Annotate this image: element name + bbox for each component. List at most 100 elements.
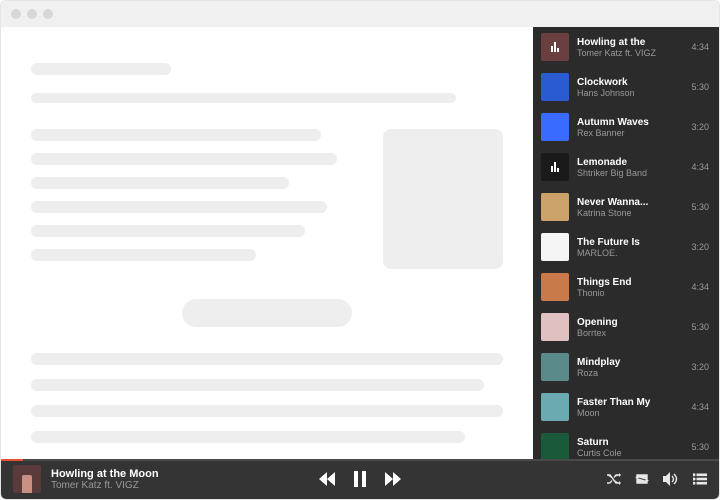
shuffle-button[interactable] [607,473,621,485]
track-meta: SaturnCurtis Cole [577,437,683,458]
track-duration: 5:30 [691,82,709,92]
track-duration: 5:30 [691,322,709,332]
track-artist: Thonio [577,288,683,298]
track-meta: LemonadeShtriker Big Band [577,157,683,178]
window-zoom-dot[interactable] [43,9,53,19]
progress-fill [1,459,23,461]
track-title: Never Wanna... [577,197,683,208]
track-meta: Things EndThonio [577,277,683,298]
playlist-track[interactable]: SaturnCurtis Cole 5:30 [533,427,719,459]
track-art [541,313,569,341]
playlist-track[interactable]: LemonadeShtriker Big Band 4:34 [533,147,719,187]
repeat-button[interactable] [635,473,649,485]
playlist-track[interactable]: OpeningBorrtex 5:30 [533,307,719,347]
app-window: Howling at theTomer Katz ft. VIGZ 4:34 Clo… [0,0,720,500]
skeleton-line [31,225,305,237]
track-duration: 3:20 [691,122,709,132]
track-title: Saturn [577,437,683,448]
now-playing-artist: Tomer Katz ft. VIGZ [51,480,159,491]
track-title: The Future Is [577,237,683,248]
track-artist: Moon [577,408,683,418]
track-meta: Howling at theTomer Katz ft. VIGZ [577,37,683,58]
track-artist: Shtriker Big Band [577,168,683,178]
track-artist: MARLOE. [577,248,683,258]
window-minimize-dot[interactable] [27,9,37,19]
track-artist: Borrtex [577,328,683,338]
track-art [541,433,569,459]
previous-button[interactable] [319,472,335,486]
track-meta: MindplayRoza [577,357,683,378]
pause-button[interactable] [353,471,367,487]
track-artist: Rex Banner [577,128,683,138]
track-title: Faster Than My [577,397,683,408]
skeleton-line [31,177,289,189]
track-duration: 4:34 [691,282,709,292]
player-bar: Howling at the Moon Tomer Katz ft. VIGZ [1,459,719,499]
track-art [541,273,569,301]
track-meta: OpeningBorrtex [577,317,683,338]
track-artist: Katrina Stone [577,208,683,218]
playlist-track[interactable]: Howling at theTomer Katz ft. VIGZ 4:34 [533,27,719,67]
playlist-track-list[interactable]: Howling at theTomer Katz ft. VIGZ 4:34 Clo… [533,27,719,459]
track-art [541,73,569,101]
track-title: Autumn Waves [577,117,683,128]
skeleton-line [31,153,337,165]
playlist-track[interactable]: Autumn WavesRex Banner 3:20 [533,107,719,147]
track-meta: Faster Than MyMoon [577,397,683,418]
volume-button[interactable] [663,472,679,486]
track-art [541,33,569,61]
skeleton-line [31,63,171,75]
track-duration: 5:30 [691,442,709,452]
track-artist: Curtis Cole [577,448,683,458]
equalizer-icon [551,162,559,172]
window-close-dot[interactable] [11,9,21,19]
window-titlebar [1,1,719,27]
skeleton-line [31,129,321,141]
skeleton-line [31,93,456,103]
skeleton-box [383,129,503,269]
playback-controls [319,471,401,487]
track-artist: Hans Johnson [577,88,683,98]
track-title: Opening [577,317,683,328]
track-title: Things End [577,277,683,288]
track-title: Clockwork [577,77,683,88]
track-duration: 3:20 [691,242,709,252]
track-artist: Roza [577,368,683,378]
secondary-controls [607,472,707,486]
track-duration: 4:34 [691,402,709,412]
queue-button[interactable] [693,473,707,485]
track-artist: Tomer Katz ft. VIGZ [577,48,683,58]
track-title: Lemonade [577,157,683,168]
skeleton-pill [182,299,352,327]
playlist-track[interactable]: MindplayRoza3:20 [533,347,719,387]
now-playing-title: Howling at the Moon [51,468,159,480]
next-button[interactable] [385,472,401,486]
content-area: Howling at theTomer Katz ft. VIGZ 4:34 Clo… [1,27,719,459]
skeleton-line [31,431,465,443]
skeleton-line [31,405,503,417]
playlist-track[interactable]: Things EndThonio 4:34 [533,267,719,307]
track-art [541,353,569,381]
skeleton-line [31,201,327,213]
track-art [541,393,569,421]
track-meta: Never Wanna...Katrina Stone [577,197,683,218]
skeleton-line [31,249,256,261]
track-art [541,113,569,141]
track-art [541,193,569,221]
track-meta: ClockworkHans Johnson [577,77,683,98]
track-duration: 4:34 [691,162,709,172]
now-playing-art [13,465,41,493]
progress-track[interactable] [1,459,719,461]
playlist-track[interactable]: Never Wanna...Katrina Stone5:30 [533,187,719,227]
track-meta: Autumn WavesRex Banner [577,117,683,138]
track-duration: 4:34 [691,42,709,52]
main-skeleton-area [1,27,533,459]
playlist-track[interactable]: Faster Than MyMoon 4:34 [533,387,719,427]
track-art [541,153,569,181]
playlist-track[interactable]: The Future IsMARLOE. 3:20 [533,227,719,267]
track-meta: The Future IsMARLOE. [577,237,683,258]
playlist-track[interactable]: ClockworkHans Johnson 5:30 [533,67,719,107]
skeleton-line [31,379,484,391]
playlist-sidebar: Howling at theTomer Katz ft. VIGZ 4:34 Clo… [533,27,719,459]
track-art [541,233,569,261]
